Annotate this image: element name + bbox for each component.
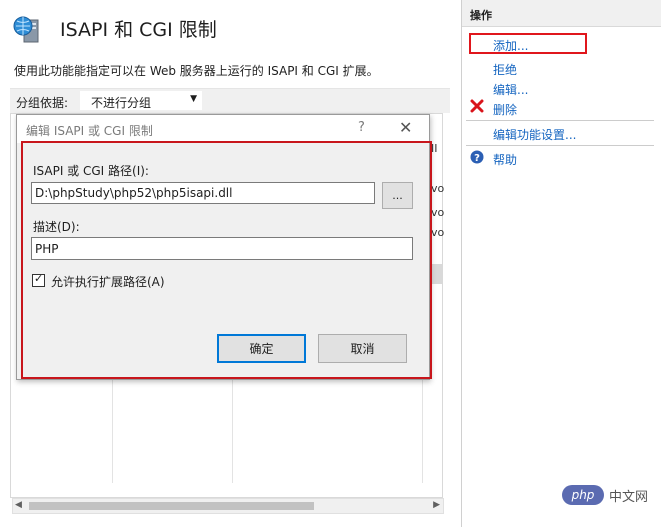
help-button-icon[interactable]: ? [358,120,365,135]
actions-separator [466,120,654,121]
path-label: ISAPI 或 CGI 路径(I): [33,164,149,178]
checkmark-icon: ✓ [34,272,44,285]
group-by-value: 不进行分组 [91,96,152,110]
scroll-right-arrow-icon[interactable]: ▶ [433,500,440,510]
dropdown-arrow-icon: ▼ [190,94,197,104]
close-icon[interactable]: ✕ [399,118,412,137]
help-action-link[interactable]: 帮助 [493,151,517,168]
path-input[interactable] [31,182,375,204]
list-cell: vo [431,206,445,219]
actions-title: 操作 [470,9,492,22]
cancel-button[interactable]: 取消 [318,334,407,363]
dialog-titlebar[interactable]: 编辑 ISAPI 或 CGI 限制 ? ✕ [17,115,429,143]
browse-button[interactable]: ... [382,182,413,209]
add-action-link[interactable]: 添加... [493,37,528,54]
allow-extension-checkbox[interactable]: ✓ [32,272,45,287]
deny-action-link[interactable]: 拒绝 [493,61,517,78]
description-label: 描述(D): [33,220,80,234]
dialog-title: 编辑 ISAPI 或 CGI 限制 [26,124,153,138]
description-input[interactable] [31,237,413,260]
help-icon: ? [470,150,484,164]
group-by-bar: 分组依据: 不进行分组 ▼ [10,88,450,113]
scroll-left-arrow-icon[interactable]: ◀ [15,500,22,510]
site-watermark: php 中文网 [562,483,656,507]
edit-feature-settings-link[interactable]: 编辑功能设置... [493,126,576,143]
selected-list-row[interactable] [429,264,443,284]
edit-action-link[interactable]: 编辑... [493,81,528,98]
page-description: 使用此功能能指定可以在 Web 服务器上运行的 ISAPI 和 CGI 扩展。 [14,64,379,78]
actions-pane: 操作 添加... 拒绝 编辑... 删除 编辑功能设置... ? 帮助 [461,0,661,527]
scrollbar-thumb[interactable] [29,502,314,510]
list-cell: vo [431,226,445,239]
svg-text:?: ? [474,153,480,164]
page-title: ISAPI 和 CGI 限制 [60,19,217,41]
group-by-select[interactable]: 不进行分组 ▼ [80,91,202,110]
list-cell: II [431,142,438,155]
watermark-text: 中文网 [609,490,649,505]
php-logo: php [562,485,604,505]
ok-button[interactable]: 确定 [217,334,306,363]
server-icon [13,16,39,43]
delete-action-link[interactable]: 删除 [493,101,517,118]
delete-icon [470,99,484,113]
group-by-label: 分组依据: [16,96,69,110]
horizontal-scrollbar[interactable]: ◀ ▶ [12,498,444,514]
allow-extension-label[interactable]: 允许执行扩展路径(A) [51,273,165,290]
list-cell: vo [431,182,445,195]
actions-header: 操作 [462,0,661,27]
actions-separator [466,145,654,146]
